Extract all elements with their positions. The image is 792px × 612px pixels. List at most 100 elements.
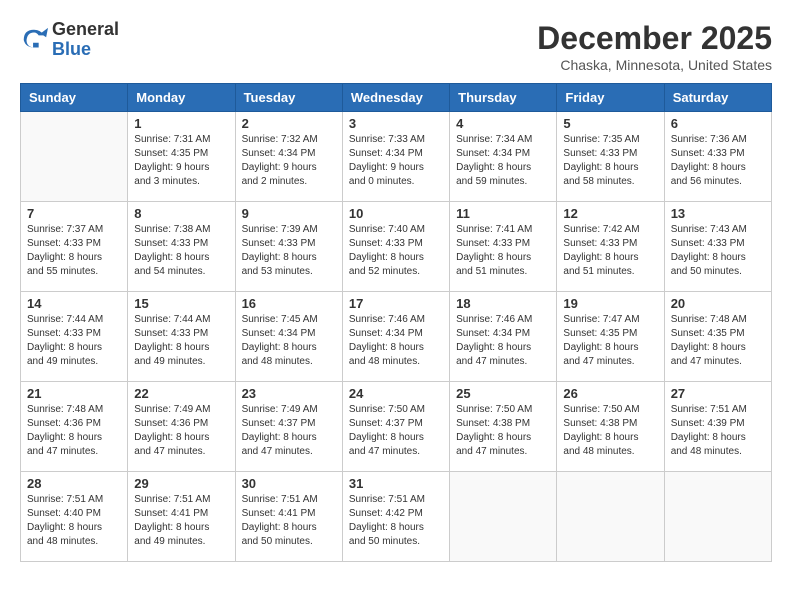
day-info: Sunrise: 7:51 AMSunset: 4:42 PMDaylight:… <box>349 493 443 549</box>
day-info: Sunrise: 7:40 AMSunset: 4:33 PMDaylight:… <box>349 223 443 279</box>
week-row-3: 14 Sunrise: 7:44 AMSunset: 4:33 PMDayligh… <box>21 292 772 382</box>
day-info: Sunrise: 7:49 AMSunset: 4:37 PMDaylight:… <box>242 403 336 459</box>
day-number: 1 <box>134 116 228 131</box>
day-cell: 5Sunrise: 7:35 AMSunset: 4:33 PMDaylight… <box>557 112 664 202</box>
day-cell: 2 Sunrise: 7:32 AMSunset: 4:34 PMDaylight… <box>235 112 342 202</box>
day-info: Sunrise: 7:32 AMSunset: 4:34 PMDaylight:… <box>242 133 336 189</box>
week-row-1: 1 Sunrise: 7:31 AMSunset: 4:35 PMDaylight… <box>21 112 772 202</box>
day-info: Sunrise: 7:44 AMSunset: 4:33 PMDaylight:… <box>27 313 121 369</box>
day-number: 6 <box>671 116 765 131</box>
day-number: 19 <box>563 296 657 311</box>
weekday-header-monday: Monday <box>128 84 235 112</box>
day-cell <box>21 112 128 202</box>
day-info: Sunrise: 7:51 AMSunset: 4:41 PMDaylight:… <box>134 493 228 549</box>
week-row-4: 21Sunrise: 7:48 AMSunset: 4:36 PMDayligh… <box>21 382 772 472</box>
day-number: 8 <box>134 206 228 221</box>
day-number: 27 <box>671 386 765 401</box>
week-row-2: 7Sunrise: 7:37 AMSunset: 4:33 PMDaylight… <box>21 202 772 292</box>
day-cell: 31 Sunrise: 7:51 AMSunset: 4:42 PMDayligh… <box>342 472 449 562</box>
day-info: Sunrise: 7:45 AMSunset: 4:34 PMDaylight:… <box>242 313 336 369</box>
day-cell: 24 Sunrise: 7:50 AMSunset: 4:37 PMDayligh… <box>342 382 449 472</box>
day-info: Sunrise: 7:50 AMSunset: 4:38 PMDaylight:… <box>563 403 657 459</box>
day-number: 24 <box>349 386 443 401</box>
day-cell <box>664 472 771 562</box>
day-info: Sunrise: 7:51 AMSunset: 4:41 PMDaylight:… <box>242 493 336 549</box>
day-number: 14 <box>27 296 121 311</box>
day-info: Sunrise: 7:44 AMSunset: 4:33 PMDaylight:… <box>134 313 228 369</box>
day-number: 2 <box>242 116 336 131</box>
day-number: 16 <box>242 296 336 311</box>
day-info: Sunrise: 7:43 AMSunset: 4:33 PMDaylight:… <box>671 223 765 279</box>
day-number: 20 <box>671 296 765 311</box>
day-number: 23 <box>242 386 336 401</box>
day-cell: 6 Sunrise: 7:36 AMSunset: 4:33 PMDaylight… <box>664 112 771 202</box>
day-cell: 30 Sunrise: 7:51 AMSunset: 4:41 PMDayligh… <box>235 472 342 562</box>
day-info: Sunrise: 7:33 AMSunset: 4:34 PMDaylight:… <box>349 133 443 189</box>
day-info: Sunrise: 7:36 AMSunset: 4:33 PMDaylight:… <box>671 133 765 189</box>
logo-icon <box>20 26 48 54</box>
day-info: Sunrise: 7:51 AMSunset: 4:40 PMDaylight:… <box>27 493 121 549</box>
weekday-header-sunday: Sunday <box>21 84 128 112</box>
day-cell <box>557 472 664 562</box>
logo: General Blue <box>20 20 119 60</box>
day-number: 15 <box>134 296 228 311</box>
day-number: 9 <box>242 206 336 221</box>
title-block: December 2025 Chaska, Minnesota, United … <box>537 20 772 73</box>
day-number: 29 <box>134 476 228 491</box>
weekday-header-friday: Friday <box>557 84 664 112</box>
day-info: Sunrise: 7:41 AMSunset: 4:33 PMDaylight:… <box>456 223 550 279</box>
day-cell: 27 Sunrise: 7:51 AMSunset: 4:39 PMDayligh… <box>664 382 771 472</box>
day-cell: 26Sunrise: 7:50 AMSunset: 4:38 PMDayligh… <box>557 382 664 472</box>
weekday-header-saturday: Saturday <box>664 84 771 112</box>
day-cell: 15 Sunrise: 7:44 AMSunset: 4:33 PMDayligh… <box>128 292 235 382</box>
day-cell: 1 Sunrise: 7:31 AMSunset: 4:35 PMDaylight… <box>128 112 235 202</box>
day-info: Sunrise: 7:51 AMSunset: 4:39 PMDaylight:… <box>671 403 765 459</box>
day-cell: 20 Sunrise: 7:48 AMSunset: 4:35 PMDayligh… <box>664 292 771 382</box>
day-cell: 13Sunrise: 7:43 AMSunset: 4:33 PMDayligh… <box>664 202 771 292</box>
logo-blue: Blue <box>52 39 91 59</box>
day-number: 21 <box>27 386 121 401</box>
day-number: 30 <box>242 476 336 491</box>
day-info: Sunrise: 7:46 AMSunset: 4:34 PMDaylight:… <box>349 313 443 369</box>
day-number: 17 <box>349 296 443 311</box>
logo-general: General <box>52 19 119 39</box>
day-info: Sunrise: 7:31 AMSunset: 4:35 PMDaylight:… <box>134 133 228 189</box>
day-cell: 16 Sunrise: 7:45 AMSunset: 4:34 PMDayligh… <box>235 292 342 382</box>
day-cell: 14 Sunrise: 7:44 AMSunset: 4:33 PMDayligh… <box>21 292 128 382</box>
day-info: Sunrise: 7:49 AMSunset: 4:36 PMDaylight:… <box>134 403 228 459</box>
day-number: 31 <box>349 476 443 491</box>
logo-text: General Blue <box>52 20 119 60</box>
day-number: 25 <box>456 386 550 401</box>
day-info: Sunrise: 7:50 AMSunset: 4:37 PMDaylight:… <box>349 403 443 459</box>
day-info: Sunrise: 7:47 AMSunset: 4:35 PMDaylight:… <box>563 313 657 369</box>
week-row-5: 28 Sunrise: 7:51 AMSunset: 4:40 PMDayligh… <box>21 472 772 562</box>
page-header: General Blue December 2025 Chaska, Minne… <box>20 20 772 73</box>
day-cell: 8 Sunrise: 7:38 AMSunset: 4:33 PMDaylight… <box>128 202 235 292</box>
day-info: Sunrise: 7:46 AMSunset: 4:34 PMDaylight:… <box>456 313 550 369</box>
day-cell: 25 Sunrise: 7:50 AMSunset: 4:38 PMDayligh… <box>450 382 557 472</box>
day-cell: 9Sunrise: 7:39 AMSunset: 4:33 PMDaylight… <box>235 202 342 292</box>
day-number: 18 <box>456 296 550 311</box>
weekday-header-tuesday: Tuesday <box>235 84 342 112</box>
day-cell: 22Sunrise: 7:49 AMSunset: 4:36 PMDayligh… <box>128 382 235 472</box>
day-info: Sunrise: 7:34 AMSunset: 4:34 PMDaylight:… <box>456 133 550 189</box>
day-info: Sunrise: 7:48 AMSunset: 4:35 PMDaylight:… <box>671 313 765 369</box>
day-number: 5 <box>563 116 657 131</box>
day-cell: 11 Sunrise: 7:41 AMSunset: 4:33 PMDayligh… <box>450 202 557 292</box>
day-cell: 23 Sunrise: 7:49 AMSunset: 4:37 PMDayligh… <box>235 382 342 472</box>
day-cell: 10Sunrise: 7:40 AMSunset: 4:33 PMDayligh… <box>342 202 449 292</box>
day-number: 11 <box>456 206 550 221</box>
day-cell <box>450 472 557 562</box>
calendar-table: SundayMondayTuesdayWednesdayThursdayFrid… <box>20 83 772 562</box>
day-cell: 7Sunrise: 7:37 AMSunset: 4:33 PMDaylight… <box>21 202 128 292</box>
day-cell: 17 Sunrise: 7:46 AMSunset: 4:34 PMDayligh… <box>342 292 449 382</box>
day-info: Sunrise: 7:42 AMSunset: 4:33 PMDaylight:… <box>563 223 657 279</box>
weekday-header-row: SundayMondayTuesdayWednesdayThursdayFrid… <box>21 84 772 112</box>
day-cell: 28 Sunrise: 7:51 AMSunset: 4:40 PMDayligh… <box>21 472 128 562</box>
day-info: Sunrise: 7:38 AMSunset: 4:33 PMDaylight:… <box>134 223 228 279</box>
weekday-header-wednesday: Wednesday <box>342 84 449 112</box>
day-number: 28 <box>27 476 121 491</box>
day-info: Sunrise: 7:50 AMSunset: 4:38 PMDaylight:… <box>456 403 550 459</box>
day-cell: 29 Sunrise: 7:51 AMSunset: 4:41 PMDayligh… <box>128 472 235 562</box>
day-cell: 18 Sunrise: 7:46 AMSunset: 4:34 PMDayligh… <box>450 292 557 382</box>
